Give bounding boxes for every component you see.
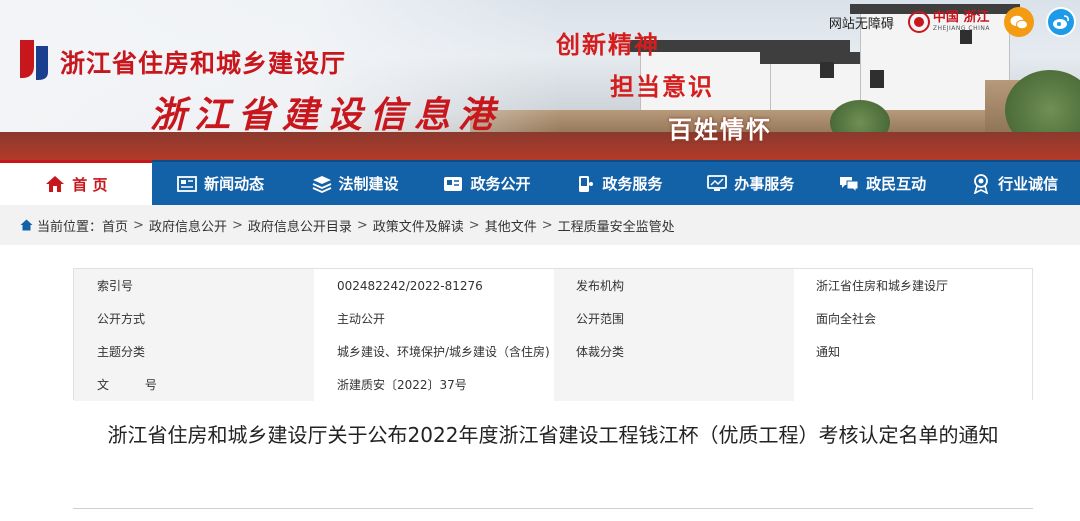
- wechat-icon[interactable]: [1004, 7, 1034, 37]
- topic-label: 主题分类: [74, 335, 314, 368]
- banner-window: [820, 62, 834, 78]
- index-no-label: 索引号: [74, 269, 314, 302]
- nav-legal-label: 法制建设: [338, 175, 399, 193]
- doc-no-label: 文 号: [74, 368, 314, 401]
- document-title: 浙江省住房和城乡建设厅关于公布2022年度浙江省建设工程钱江杯（优质工程）考核认…: [107, 423, 999, 447]
- document-info-table: 索引号 002482242/2022-81276 发布机构 浙江省住房和城乡建设…: [73, 268, 1033, 401]
- newspaper-icon: [176, 175, 198, 193]
- nav-home-label: 首 页: [72, 175, 108, 194]
- open-mode-label: 公开方式: [74, 302, 314, 335]
- slogan-3: 百姓情怀: [668, 115, 772, 144]
- breadcrumb-separator: >: [468, 217, 480, 233]
- breadcrumb-separator: >: [541, 217, 553, 233]
- nav-news-label: 新闻动态: [204, 175, 265, 193]
- breadcrumb-item[interactable]: 政府信息公开: [149, 216, 227, 235]
- publisher-label: 发布机构: [554, 269, 794, 302]
- zhejiang-china-logo[interactable]: 中国 浙江 ZHEJIANG CHINA: [907, 11, 990, 33]
- nav-integrity[interactable]: 行业诚信: [948, 162, 1080, 205]
- breadcrumb-item[interactable]: 政策文件及解读: [373, 216, 464, 235]
- header-banner: 浙江省住房和城乡建设厅 浙江省建设信息港 创新精神 担当意识 百姓情怀 网站无障…: [0, 0, 1080, 160]
- top-tools: 网站无障碍 中国 浙江 ZHEJIANG CHINA: [829, 7, 1080, 37]
- index-no-value: 002482242/2022-81276: [314, 269, 554, 302]
- nav-affairs-label: 办事服务: [734, 175, 795, 193]
- nav-gov-service-label: 政务服务: [602, 175, 663, 193]
- nav-home[interactable]: 首 页: [0, 160, 152, 205]
- banner-window: [870, 70, 884, 88]
- empty-cell: [794, 368, 1032, 401]
- info-row: 索引号 002482242/2022-81276 发布机构 浙江省住房和城乡建设…: [74, 269, 1032, 302]
- genre-label: 体裁分类: [554, 335, 794, 368]
- genre-value: 通知: [794, 335, 1032, 368]
- breadcrumb-separator: >: [356, 217, 368, 233]
- accessibility-link[interactable]: 网站无障碍: [829, 13, 894, 32]
- topic-value: 城乡建设、环境保护/城乡建设（含住房): [314, 335, 554, 368]
- weibo-icon[interactable]: [1046, 7, 1076, 37]
- nav-gov-open-label: 政务公开: [470, 175, 531, 193]
- monitor-icon: [706, 174, 728, 193]
- empty-cell: [554, 368, 794, 401]
- main-nav: 首 页 新闻动态 法制建设 政务公开 政务服务 办事服务 政民互动 行业诚信: [0, 160, 1080, 205]
- nav-legal[interactable]: 法制建设: [289, 162, 421, 205]
- title-divider: [73, 508, 1033, 509]
- home-icon: [44, 175, 66, 193]
- breadcrumb-item[interactable]: 其他文件: [485, 216, 537, 235]
- zhejiang-logo-text: 中国 浙江 ZHEJIANG CHINA: [933, 11, 990, 33]
- info-row: 文 号 浙建质安〔2022〕37号: [74, 368, 1032, 401]
- zhejiang-logo-en: ZHEJIANG CHINA: [932, 25, 990, 32]
- site-subtitle: 浙江省建设信息港: [150, 94, 503, 136]
- open-mode-value: 主动公开: [314, 302, 554, 335]
- breadcrumb-separator: >: [231, 217, 243, 233]
- open-scope-label: 公开范围: [554, 302, 794, 335]
- open-scope-value: 面向全社会: [794, 302, 1032, 335]
- zhejiang-logo-cn: 中国 浙江: [932, 10, 990, 25]
- breadcrumb-item[interactable]: 工程质量安全监管处: [558, 216, 675, 235]
- nav-interaction-label: 政民互动: [866, 175, 927, 193]
- nav-gov-open[interactable]: 政务公开: [421, 162, 553, 205]
- department-logo-icon[interactable]: [14, 36, 54, 82]
- phone-service-icon: [574, 175, 596, 193]
- breadcrumb-item[interactable]: 首页: [102, 216, 128, 235]
- info-row: 主题分类 城乡建设、环境保护/城乡建设（含住房) 体裁分类 通知: [74, 335, 1032, 368]
- chat-icon: [838, 175, 860, 193]
- document-icon: [442, 175, 464, 193]
- nav-affairs[interactable]: 办事服务: [684, 162, 816, 205]
- slogan-2: 担当意识: [610, 72, 714, 101]
- layers-icon: [311, 175, 333, 193]
- breadcrumb-separator: >: [133, 217, 144, 233]
- nav-news[interactable]: 新闻动态: [152, 162, 289, 205]
- slogan-1: 创新精神: [556, 30, 660, 59]
- breadcrumb-item[interactable]: 政府信息公开目录: [248, 216, 352, 235]
- banner-roof: [630, 40, 850, 52]
- badge-icon: [970, 173, 992, 194]
- breadcrumb: 当前位置： 首页 > 政府信息公开 > 政府信息公开目录 > 政策文件及解读 >…: [0, 205, 1080, 245]
- doc-no-value: 浙建质安〔2022〕37号: [314, 368, 554, 401]
- zhejiang-emblem-icon: [907, 11, 930, 33]
- publisher-value: 浙江省住房和城乡建设厅: [794, 269, 1032, 302]
- breadcrumb-prefix: 当前位置：: [37, 219, 103, 235]
- info-row: 公开方式 主动公开 公开范围 面向全社会: [74, 302, 1032, 335]
- nav-integrity-label: 行业诚信: [998, 175, 1059, 193]
- nav-gov-service[interactable]: 政务服务: [552, 162, 684, 205]
- location-home-icon: [20, 219, 33, 231]
- site-title[interactable]: 浙江省住房和城乡建设厅: [60, 44, 346, 80]
- nav-interaction[interactable]: 政民互动: [816, 162, 948, 205]
